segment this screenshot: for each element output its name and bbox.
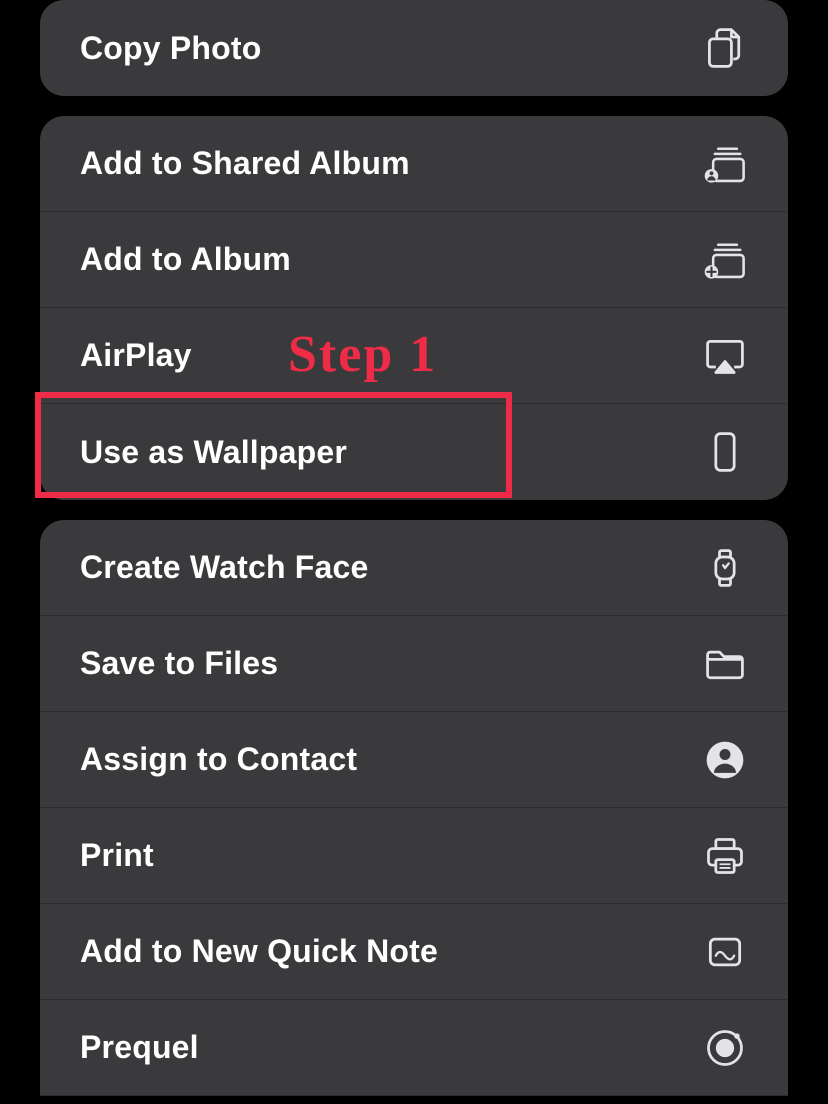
phone-rect-icon [702, 429, 748, 475]
menu-item-label: Add to Album [80, 241, 291, 278]
menu-item-label: Create Watch Face [80, 549, 369, 586]
menu-item-add-to-quick-note[interactable]: Add to New Quick Note [40, 904, 788, 1000]
copy-docs-icon [702, 25, 748, 71]
menu-group: Add to Shared Album Add to Album [40, 116, 788, 500]
menu-group: Copy Photo [40, 0, 788, 96]
menu-item-label: Print [80, 837, 154, 874]
menu-item-label: Copy Photo [80, 30, 262, 67]
airplay-icon [702, 333, 748, 379]
menu-item-label: Add to New Quick Note [80, 933, 438, 970]
menu-item-label: Use as Wallpaper [80, 434, 347, 471]
menu-item-save-to-files[interactable]: Save to Files [40, 616, 788, 712]
menu-item-create-watch-face[interactable]: Create Watch Face [40, 520, 788, 616]
shared-album-icon [702, 141, 748, 187]
prequel-icon [702, 1025, 748, 1071]
menu-item-label: Prequel [80, 1029, 199, 1066]
menu-item-add-to-shared-album[interactable]: Add to Shared Album [40, 116, 788, 212]
menu-item-label: AirPlay [80, 337, 192, 374]
menu-item-prequel[interactable]: Prequel [40, 1000, 788, 1096]
printer-icon [702, 833, 748, 879]
menu-item-print[interactable]: Print [40, 808, 788, 904]
watch-icon [702, 545, 748, 591]
add-album-icon [702, 237, 748, 283]
folder-icon [702, 641, 748, 687]
menu-group: Create Watch Face Save to Files Assign [40, 520, 788, 1096]
menu-item-label: Add to Shared Album [80, 145, 410, 182]
menu-item-copy-photo[interactable]: Copy Photo [40, 0, 788, 96]
quicknote-icon [702, 929, 748, 975]
contact-circle-icon [702, 737, 748, 783]
menu-item-label: Assign to Contact [80, 741, 357, 778]
share-sheet: Copy Photo Add to Shared Album [0, 0, 828, 1096]
menu-item-add-to-album[interactable]: Add to Album [40, 212, 788, 308]
menu-item-assign-to-contact[interactable]: Assign to Contact [40, 712, 788, 808]
menu-item-use-as-wallpaper[interactable]: Use as Wallpaper [40, 404, 788, 500]
menu-item-airplay[interactable]: AirPlay [40, 308, 788, 404]
menu-item-label: Save to Files [80, 645, 278, 682]
